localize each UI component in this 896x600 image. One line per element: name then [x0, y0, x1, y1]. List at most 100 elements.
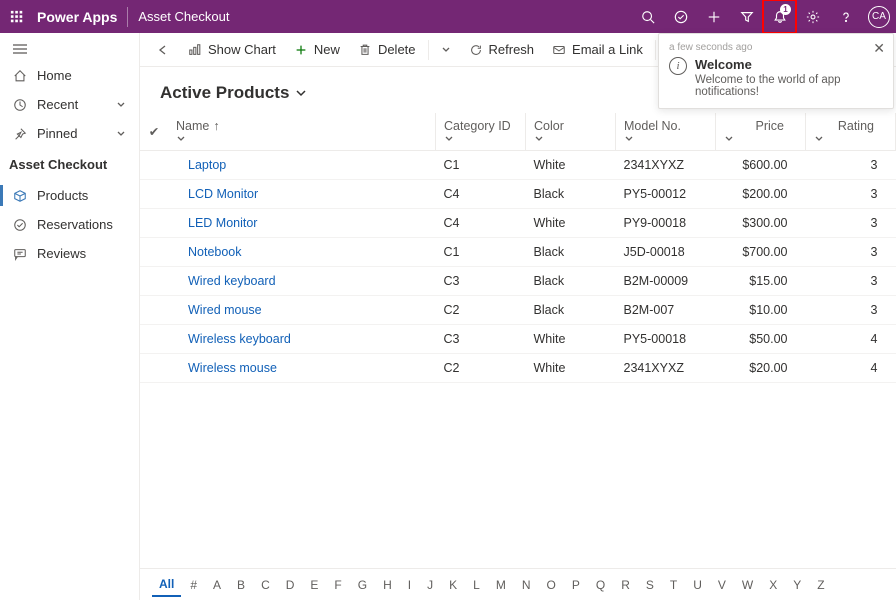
cell-name[interactable]: Wired keyboard — [168, 266, 436, 295]
cell-color: Black — [526, 295, 616, 324]
cell-name[interactable]: Wireless keyboard — [168, 324, 436, 353]
column-rating[interactable]: Rating — [806, 113, 896, 150]
select-all-checkbox[interactable]: ✔ — [140, 113, 168, 150]
cell-name[interactable]: Wireless mouse — [168, 353, 436, 382]
alpha-A[interactable]: A — [206, 574, 228, 596]
sidebar-item-label: Reservations — [37, 217, 113, 232]
cell-model: 2341XYXZ — [616, 150, 716, 179]
cell-color: White — [526, 353, 616, 382]
alpha-B[interactable]: B — [230, 574, 252, 596]
back-button[interactable] — [148, 33, 178, 66]
cell-model: B2M-007 — [616, 295, 716, 324]
refresh-button[interactable]: Refresh — [461, 33, 543, 66]
alpha-Z[interactable]: Z — [810, 574, 831, 596]
cell-model: PY5-00018 — [616, 324, 716, 353]
alpha-V[interactable]: V — [711, 574, 733, 596]
notification-time: a few seconds ago — [669, 42, 883, 53]
cell-name[interactable]: Notebook — [168, 237, 436, 266]
settings-icon[interactable] — [796, 0, 829, 33]
table-row[interactable]: Wireless keyboard C3 White PY5-00018 $50… — [140, 324, 896, 353]
close-icon[interactable]: ✕ — [873, 40, 885, 57]
cell-category: C1 — [436, 237, 526, 266]
sidebar-section-title: Asset Checkout — [0, 148, 139, 181]
table-row[interactable]: Wired keyboard C3 Black B2M-00009 $15.00… — [140, 266, 896, 295]
alpha-D[interactable]: D — [279, 574, 302, 596]
alpha-H[interactable]: H — [376, 574, 399, 596]
cell-model: 2341XYXZ — [616, 353, 716, 382]
breadcrumb[interactable]: Asset Checkout — [138, 9, 229, 24]
alpha-J[interactable]: J — [420, 574, 440, 596]
table-row[interactable]: Wireless mouse C2 White 2341XYXZ $20.00 … — [140, 353, 896, 382]
alpha-O[interactable]: O — [540, 574, 563, 596]
chevron-down-icon — [116, 100, 126, 110]
alpha-G[interactable]: G — [351, 574, 374, 596]
alpha-#[interactable]: # — [183, 574, 204, 596]
search-icon[interactable] — [631, 0, 664, 33]
table-row[interactable]: Wired mouse C2 Black B2M-007 $10.00 3 — [140, 295, 896, 324]
alpha-P[interactable]: P — [565, 574, 587, 596]
cell-rating: 3 — [806, 179, 896, 208]
cell-name[interactable]: Wired mouse — [168, 295, 436, 324]
new-button[interactable]: New — [286, 33, 348, 66]
add-icon[interactable] — [697, 0, 730, 33]
top-bar: Power Apps Asset Checkout 1 CA — [0, 0, 896, 33]
show-chart-button[interactable]: Show Chart — [180, 33, 284, 66]
sidebar-item-label: Home — [37, 68, 72, 83]
alpha-Q[interactable]: Q — [589, 574, 612, 596]
delete-button[interactable]: Delete — [350, 33, 424, 66]
sidebar-item-recent[interactable]: Recent — [0, 90, 139, 119]
alpha-M[interactable]: M — [489, 574, 513, 596]
help-icon[interactable] — [829, 0, 862, 33]
cell-name[interactable]: Laptop — [168, 150, 436, 179]
alpha-K[interactable]: K — [442, 574, 464, 596]
alpha-S[interactable]: S — [639, 574, 661, 596]
column-price[interactable]: Price — [716, 113, 806, 150]
alpha-U[interactable]: U — [686, 574, 709, 596]
alpha-filter-bar: All#ABCDEFGHIJKLMNOPQRSTUVWXYZ — [140, 568, 896, 600]
alpha-R[interactable]: R — [614, 574, 637, 596]
alpha-N[interactable]: N — [515, 574, 538, 596]
alpha-Y[interactable]: Y — [786, 574, 808, 596]
column-name[interactable]: Name↑ — [168, 113, 436, 150]
sidebar-item-pinned[interactable]: Pinned — [0, 119, 139, 148]
cell-name[interactable]: LED Monitor — [168, 208, 436, 237]
table-row[interactable]: Laptop C1 White 2341XYXZ $600.00 3 — [140, 150, 896, 179]
table-row[interactable]: LED Monitor C4 White PY9-00018 $300.00 3 — [140, 208, 896, 237]
alpha-L[interactable]: L — [466, 574, 487, 596]
alpha-E[interactable]: E — [303, 574, 325, 596]
table-row[interactable]: LCD Monitor C4 Black PY5-00012 $200.00 3 — [140, 179, 896, 208]
sidebar-item-products[interactable]: Products — [0, 181, 139, 210]
alpha-T[interactable]: T — [663, 574, 684, 596]
cell-rating: 4 — [806, 353, 896, 382]
sidebar-item-home[interactable]: Home — [0, 61, 139, 90]
alpha-F[interactable]: F — [327, 574, 348, 596]
alpha-W[interactable]: W — [735, 574, 760, 596]
column-category[interactable]: Category ID — [436, 113, 526, 150]
cell-color: Black — [526, 266, 616, 295]
cell-rating: 3 — [806, 150, 896, 179]
task-icon[interactable] — [664, 0, 697, 33]
column-color[interactable]: Color — [526, 113, 616, 150]
avatar[interactable]: CA — [868, 6, 890, 28]
chevron-down-icon — [295, 87, 307, 99]
alpha-I[interactable]: I — [401, 574, 418, 596]
alpha-All[interactable]: All — [152, 573, 181, 597]
cell-price: $20.00 — [716, 353, 806, 382]
email-link-button[interactable]: Email a Link — [544, 33, 651, 66]
cell-name[interactable]: LCD Monitor — [168, 179, 436, 208]
cell-price: $10.00 — [716, 295, 806, 324]
table-row[interactable]: Notebook C1 Black J5D-00018 $700.00 3 — [140, 237, 896, 266]
filter-icon[interactable] — [730, 0, 763, 33]
chevron-down-icon — [116, 129, 126, 139]
notifications-icon[interactable]: 1 — [763, 0, 796, 33]
alpha-C[interactable]: C — [254, 574, 277, 596]
column-model[interactable]: Model No. — [616, 113, 716, 150]
delete-split-button[interactable] — [433, 33, 459, 66]
alpha-X[interactable]: X — [762, 574, 784, 596]
notification-toast: a few seconds ago ✕ i Welcome Welcome to… — [658, 33, 894, 109]
cell-price: $600.00 — [716, 150, 806, 179]
sidebar-item-reviews[interactable]: Reviews — [0, 239, 139, 268]
sidebar-item-reservations[interactable]: Reservations — [0, 210, 139, 239]
hamburger-icon[interactable] — [0, 37, 139, 61]
app-launcher-icon[interactable] — [0, 0, 33, 33]
